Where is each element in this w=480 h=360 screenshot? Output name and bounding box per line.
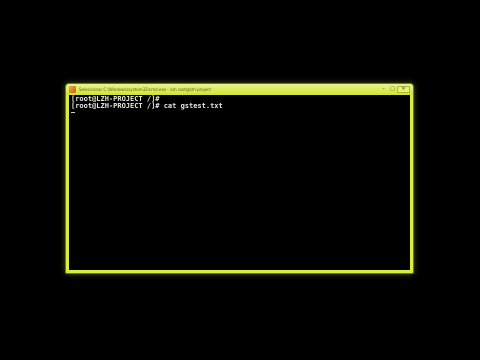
text-cursor — [71, 112, 75, 113]
cmd-app-icon — [69, 86, 76, 93]
caption-buttons: – □ ✕ — [379, 86, 410, 94]
terminal-window[interactable]: Seleccionar C:\Windows\system32\cmd.exe … — [65, 83, 414, 274]
close-button[interactable]: ✕ — [397, 86, 410, 93]
minimize-button[interactable]: – — [379, 86, 388, 93]
window-titlebar[interactable]: Seleccionar C:\Windows\system32\cmd.exe … — [66, 84, 413, 95]
window-title: Seleccionar C:\Windows\system32\cmd.exe … — [79, 87, 212, 92]
maximize-button[interactable]: □ — [388, 86, 397, 93]
console-area[interactable]: [root@LZH-PROJECT /]# [root@LZH-PROJECT … — [69, 95, 410, 270]
console-line: [root@LZH-PROJECT /]# cat gstest.txt — [71, 102, 223, 110]
